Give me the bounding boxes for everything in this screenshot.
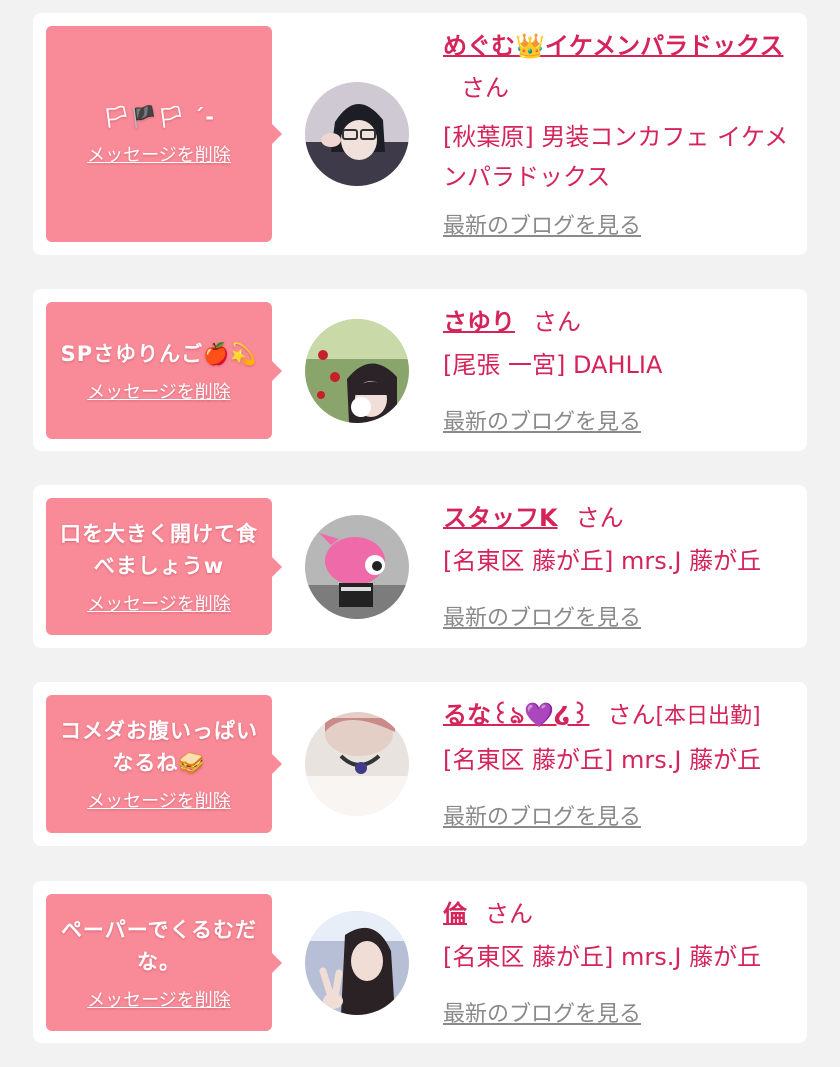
message-text: コメダお腹いっぱいなるね🥪 — [60, 719, 258, 775]
shop-info: スタッフK さん [名東区 藤が丘] mrs.J 藤が丘 — [443, 497, 803, 581]
avatar[interactable] — [305, 319, 409, 423]
message-bubble: 口を大きく開けて食べましょうw メッセージを削除 — [46, 498, 282, 635]
message-bubble: 🏳🏴🏳 ˊ- メッセージを削除 — [46, 26, 282, 242]
shop-info: さゆり さん [尾張 一宮] DAHLIA — [443, 301, 803, 385]
message-text: 🏳🏴🏳 ˊ- — [103, 105, 215, 129]
cast-name-link[interactable]: スタッフK — [443, 504, 558, 532]
shop-label: [尾張 一宮] DAHLIA — [443, 351, 663, 379]
shop-label: [名東区 藤が丘] mrs.J 藤が丘 — [443, 547, 762, 575]
name-line: るな꒰ঌ💜໒꒱ さん[本日出勤] — [443, 694, 803, 738]
message-card: SPさゆりんご🍎💫 メッセージを削除 さゆり さん [尾張 一宮] DAHLIA … — [33, 289, 807, 451]
message-text: 口を大きく開けて食べましょうw — [60, 521, 258, 578]
message-card: 🏳🏴🏳 ˊ- メッセージを削除 めぐむ👑イケメンパラドックスさん [秋葉原] 男… — [33, 13, 807, 255]
message-card: 口を大きく開けて食べましょうw メッセージを削除 スタッフK さん [名東区 藤が… — [33, 485, 807, 648]
name-line: めぐむ👑イケメンパラドックスさん — [443, 25, 803, 109]
latest-blog-link[interactable]: 最新のブログを見る — [443, 799, 641, 831]
latest-blog-link[interactable]: 最新のブログを見る — [443, 996, 641, 1028]
delete-message-link[interactable]: メッセージを削除 — [87, 378, 231, 404]
cast-name-link[interactable]: 倫 — [443, 900, 467, 928]
shop-label: [名東区 藤が丘] mrs.J 藤が丘 — [443, 746, 762, 774]
shop-info: るな꒰ঌ💜໒꒱ さん[本日出勤] [名東区 藤が丘] mrs.J 藤が丘 — [443, 694, 803, 780]
message-card: コメダお腹いっぱいなるね🥪 メッセージを削除 るな꒰ঌ💜໒꒱ さん[本日出勤] [… — [33, 682, 807, 846]
avatar[interactable] — [305, 82, 409, 186]
honorific: さん — [533, 308, 581, 336]
latest-blog-link[interactable]: 最新のブログを見る — [443, 600, 641, 632]
avatar[interactable] — [305, 712, 409, 816]
message-card: ペーパーでくるむだな。 メッセージを削除 倫さん [名東区 藤が丘] mrs.J… — [33, 881, 807, 1043]
cast-name-link[interactable]: るな꒰ঌ💜໒꒱ — [443, 701, 589, 729]
latest-blog-link[interactable]: 最新のブログを見る — [443, 404, 641, 436]
avatar[interactable] — [305, 515, 409, 619]
honorific: さん — [461, 74, 509, 102]
latest-blog-link[interactable]: 最新のブログを見る — [443, 208, 641, 240]
shop-info: 倫さん [名東区 藤が丘] mrs.J 藤が丘 — [443, 893, 803, 977]
attendance-badge: [本日出勤] — [655, 704, 761, 729]
honorific: さん — [575, 504, 624, 532]
name-line: スタッフK さん — [443, 497, 803, 539]
name-line: さゆり さん — [443, 301, 803, 343]
honorific: さん — [607, 701, 656, 729]
avatar[interactable] — [305, 911, 409, 1015]
delete-message-link[interactable]: メッセージを削除 — [87, 787, 231, 813]
delete-message-link[interactable]: メッセージを削除 — [87, 141, 231, 167]
honorific: さん — [485, 900, 533, 928]
message-text: SPさゆりんご🍎💫 — [60, 341, 258, 366]
name-line: 倫さん — [443, 893, 803, 935]
delete-message-link[interactable]: メッセージを削除 — [87, 986, 231, 1012]
message-bubble: ペーパーでくるむだな。 メッセージを削除 — [46, 894, 282, 1031]
shop-label: [秋葉原] 男装コンカフェ イケメンパラドックス — [443, 123, 789, 191]
message-bubble: コメダお腹いっぱいなるね🥪 メッセージを削除 — [46, 695, 282, 833]
message-bubble: SPさゆりんご🍎💫 メッセージを削除 — [46, 302, 282, 439]
shop-info: めぐむ👑イケメンパラドックスさん [秋葉原] 男装コンカフェ イケメンパラドック… — [443, 25, 803, 197]
delete-message-link[interactable]: メッセージを削除 — [87, 590, 231, 616]
message-text: ペーパーでくるむだな。 — [60, 917, 258, 974]
cast-name-link[interactable]: さゆり — [443, 308, 515, 336]
shop-label: [名東区 藤が丘] mrs.J 藤が丘 — [443, 943, 762, 971]
cast-name-link[interactable]: めぐむ👑イケメンパラドックス — [443, 32, 783, 60]
